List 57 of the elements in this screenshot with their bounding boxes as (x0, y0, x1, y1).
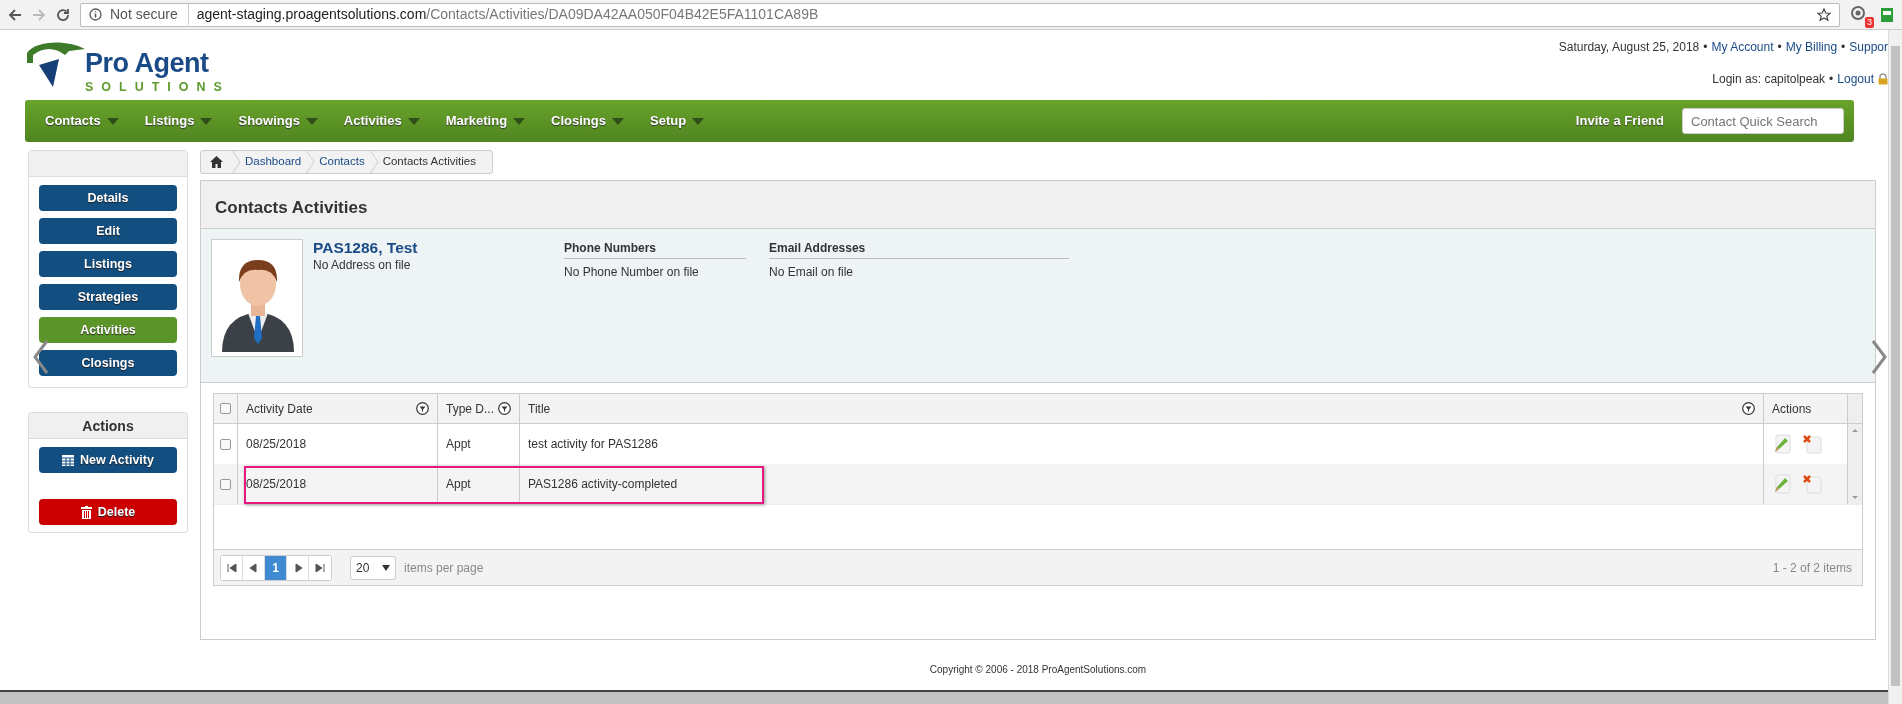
section-title: Email Addresses (769, 239, 1069, 259)
header-link[interactable]: My Account (1711, 38, 1774, 56)
breadcrumb-link[interactable]: Dashboard (245, 153, 302, 171)
header-link[interactable]: Suppor (1849, 38, 1888, 56)
table-cell-text: 08/25/2018 (246, 476, 307, 493)
menu-item[interactable]: Setup (650, 111, 705, 131)
menu-item[interactable]: Showings (238, 111, 318, 131)
delete-button[interactable]: Delete (39, 499, 177, 525)
address-bar[interactable]: Not secure agent-staging.proagentsolutions.com/Contacts/Activities/DA09DA42AA050F04B42E5FA1101CA89B (80, 2, 1840, 27)
section-title: Phone Numbers (564, 239, 746, 259)
table-cell-text: test activity for PAS1286 (528, 436, 658, 453)
table-cell-text: PAS1286 activity-completed (528, 476, 678, 493)
date-text: Saturday, August 25, 2018 (1558, 39, 1700, 56)
menu-item[interactable]: Marketing (445, 111, 526, 131)
column-header[interactable]: Title (520, 394, 1764, 423)
breadcrumb-current: Contacts Activities (382, 154, 476, 170)
menu-item[interactable]: Activities (343, 111, 420, 131)
items-per-page-label: items per page (404, 559, 484, 577)
quick-search-field[interactable]: Contact Quick Search (1682, 108, 1844, 134)
sidebar-button[interactable]: Closings (39, 350, 177, 376)
separator-dot: • (1829, 71, 1834, 88)
separator-dot: • (1777, 39, 1782, 56)
panel-header: Actions (29, 413, 187, 439)
header-link[interactable]: Logout (1837, 70, 1874, 88)
invite-link[interactable]: Invite a Friend (1575, 111, 1664, 131)
sidebar-button[interactable]: Details (39, 185, 177, 211)
column-header[interactable]: Type D... (438, 394, 520, 423)
menu-item[interactable]: Closings (551, 111, 624, 131)
sidebar-button[interactable]: Strategies (39, 284, 177, 310)
address-text: No Address on file (313, 257, 412, 275)
new-activity-button[interactable]: New Activity (39, 447, 177, 473)
sidebar-button[interactable]: Activities (39, 317, 177, 343)
table-cell-text: 08/25/2018 (246, 436, 307, 453)
separator-dot: • (1703, 39, 1708, 56)
breadcrumb-link[interactable]: Contacts (319, 153, 365, 171)
menu-item[interactable]: Contacts (45, 111, 119, 131)
separator-dot: • (1841, 39, 1846, 56)
url-text: agent-staging.proagentsolutions.com/Contacts/Activities/DA09DA42AA050F04B42E5FA1101CA89B (196, 5, 819, 24)
pager-summary: 1 - 2 of 2 items (1772, 559, 1852, 577)
page-button[interactable]: 1 (265, 555, 287, 580)
header-link[interactable]: My Billing (1785, 38, 1838, 56)
login-label: Login as: capitolpeak (1712, 71, 1826, 88)
phone-text: No Phone Number on file (564, 264, 700, 281)
table-cell-text: Appt (446, 436, 471, 453)
logo[interactable]: Pro Agent SOLUTIONS (25, 36, 230, 94)
menu-item[interactable]: Listings (144, 111, 213, 131)
sidebar-button[interactable]: Edit (39, 218, 177, 244)
security-label: Not secure (110, 4, 189, 25)
notification-badge: 3 (1865, 16, 1874, 28)
sidebar-button[interactable]: Listings (39, 251, 177, 277)
table-cell-text: Appt (446, 476, 471, 493)
page-size-select[interactable]: 20 (350, 555, 396, 580)
email-text: No Email on file (769, 264, 855, 281)
panel-title: Contacts Activities (201, 181, 1875, 229)
column-header[interactable]: Activity Date (238, 394, 438, 423)
copyright-text: Copyright © 2006 - 2018 ProAgentSolutions.com (928, 663, 1148, 677)
contact-name: PAS1286, Test (313, 239, 419, 257)
